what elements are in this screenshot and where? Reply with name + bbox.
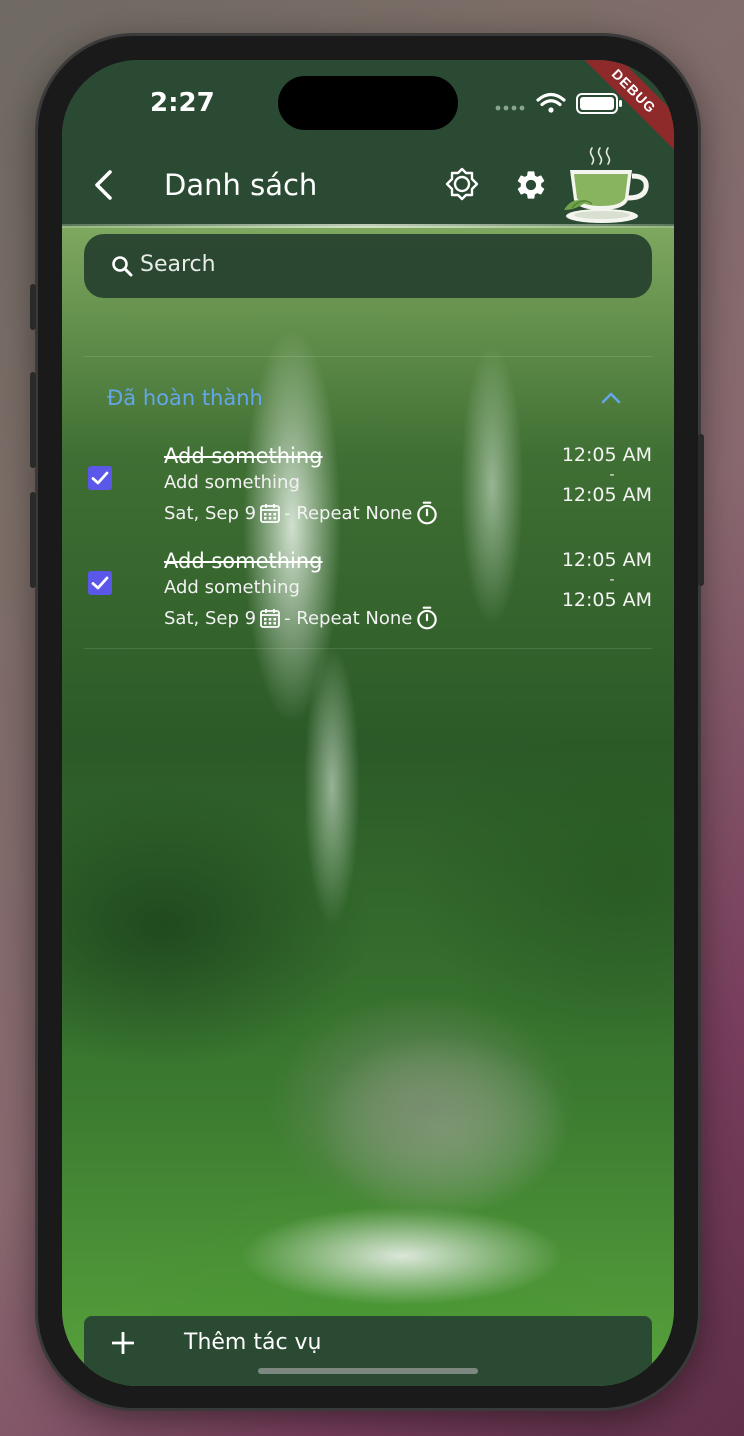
back-arrow-icon[interactable] (88, 168, 120, 202)
power-button (698, 434, 704, 586)
wifi-icon (536, 92, 566, 113)
plus-icon (112, 1332, 134, 1354)
signal-icon (495, 105, 525, 111)
task-repeat: - Repeat None (284, 607, 413, 629)
task-end-time: 12:05 AM (561, 589, 652, 611)
tea-cup-logo (564, 147, 649, 223)
check-icon (91, 471, 109, 485)
page-title: Danh sách (164, 168, 318, 202)
task-title: Add something (164, 444, 323, 468)
brightness-icon[interactable] (444, 166, 480, 202)
task-checkbox[interactable] (88, 466, 112, 490)
dynamic-island (278, 76, 458, 130)
task-description: Add something (164, 577, 300, 598)
task-item[interactable]: Add something Add something Sat, Sep 9 -… (62, 440, 674, 540)
search-placeholder: Search (140, 252, 216, 277)
task-date: Sat, Sep 9 (164, 607, 257, 629)
calendar-icon (260, 504, 280, 523)
task-item[interactable]: Add something Add something Sat, Sep 9 -… (62, 545, 674, 645)
task-start-time: 12:05 AM (561, 444, 652, 466)
app-screen: 2:27 DEBUG Danh sách Search Đã hoàn thàn… (62, 60, 674, 1386)
task-meta: Sat, Sep 9 - Repeat None (164, 605, 442, 631)
task-meta: Sat, Sep 9 - Repeat None (164, 500, 442, 526)
task-end-time: 12:05 AM (561, 484, 652, 506)
home-indicator (258, 1368, 478, 1374)
add-task-button[interactable] (84, 1316, 652, 1386)
volume-up-button (30, 372, 36, 468)
search-icon (112, 256, 133, 277)
task-description: Add something (164, 472, 300, 493)
section-title-completed[interactable]: Đã hoàn thành (107, 386, 263, 410)
section-divider-top (84, 356, 652, 357)
task-title: Add something (164, 549, 323, 573)
task-repeat: - Repeat None (284, 502, 413, 524)
timer-icon (417, 501, 438, 525)
status-time: 2:27 (150, 88, 215, 118)
battery-icon (576, 93, 622, 114)
action-button (30, 284, 36, 330)
timer-icon (417, 606, 438, 630)
time-separator: - (609, 467, 615, 483)
task-start-time: 12:05 AM (561, 549, 652, 571)
task-date: Sat, Sep 9 (164, 502, 257, 524)
volume-down-button (30, 492, 36, 588)
check-icon (91, 576, 109, 590)
task-time-range: 12:05 AM - 12:05 AM (542, 444, 652, 506)
time-separator: - (609, 572, 615, 588)
gear-icon[interactable] (514, 168, 548, 202)
calendar-icon (260, 609, 280, 628)
add-task-label: Thêm tác vụ (184, 1330, 322, 1355)
task-checkbox[interactable] (88, 571, 112, 595)
chevron-up-icon[interactable] (598, 386, 624, 410)
section-divider-bottom (84, 648, 652, 649)
task-time-range: 12:05 AM - 12:05 AM (542, 549, 652, 611)
